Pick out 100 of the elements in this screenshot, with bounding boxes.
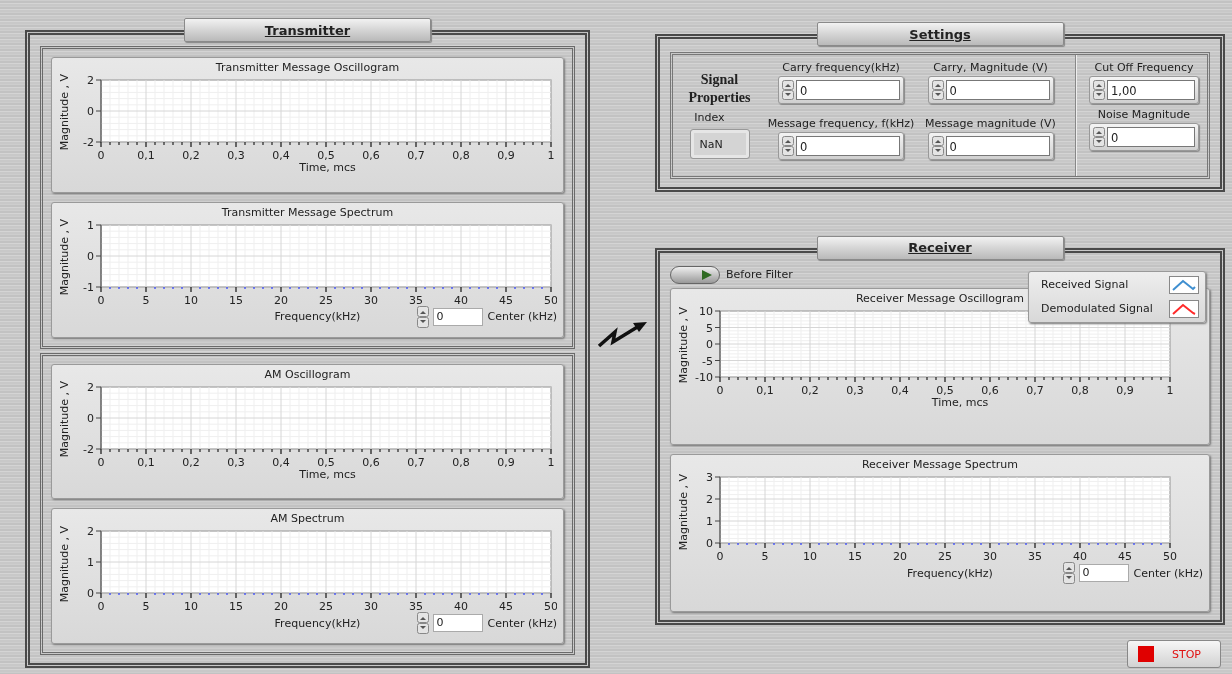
spin-buttons[interactable] <box>417 305 430 328</box>
tick-label: 0,9 <box>497 149 515 162</box>
field-label: Index <box>694 111 725 124</box>
tick-label: 0,2 <box>182 149 200 162</box>
tick-label: 0,4 <box>272 455 290 469</box>
spin-buttons[interactable] <box>782 136 794 157</box>
tick-label: 0 <box>87 411 94 425</box>
value-field[interactable]: 0 <box>1107 127 1195 147</box>
spin-buttons[interactable] <box>417 612 430 635</box>
tick-label: 3 <box>706 472 713 485</box>
center-label: Center (kHz) <box>487 616 557 630</box>
tick-label: 0,6 <box>362 149 380 162</box>
tick-label: 0,1 <box>756 383 774 397</box>
tick-label: 5 <box>142 600 150 614</box>
tick-label: 25 <box>319 293 333 307</box>
toggle-switch[interactable] <box>670 265 720 284</box>
tick-label: 2 <box>706 493 713 507</box>
chart-title: Transmitter Message Spectrum <box>220 205 395 219</box>
tick-label: 0,4 <box>272 149 290 162</box>
tick-label: 0,5 <box>317 455 335 469</box>
chart-title: Transmitter Message Oscillogram <box>214 61 401 74</box>
stop-button[interactable]: STOP <box>1127 640 1221 668</box>
center-label: Center (kHz) <box>1133 566 1203 580</box>
spin-buttons[interactable] <box>1063 562 1076 585</box>
tick-label: 0 <box>97 600 105 614</box>
tick-label: 0,1 <box>137 149 155 162</box>
tick-label: 0 <box>706 537 713 551</box>
tick-label: 50 <box>1163 550 1177 564</box>
field-label: Message magnitude (V) <box>925 117 1056 131</box>
tick-label: 15 <box>229 293 243 307</box>
value-field[interactable]: 0 <box>945 80 1050 100</box>
tick-label: 0,7 <box>1026 383 1044 397</box>
spin-buttons[interactable] <box>782 80 794 100</box>
tick-label: 45 <box>499 600 513 614</box>
center-field[interactable]: 0 <box>433 614 484 633</box>
tick-label: 0 <box>87 249 94 263</box>
spin-buttons[interactable] <box>1093 127 1105 147</box>
legend-label: Received Signal <box>1041 278 1129 292</box>
tick-label: 20 <box>274 293 288 307</box>
tick-label: 0,8 <box>452 149 470 162</box>
tick-label: 5 <box>142 293 150 307</box>
y-axis <box>95 386 102 449</box>
spin-buttons[interactable] <box>931 80 944 100</box>
axis-label: Time, mcs <box>930 395 990 409</box>
tick-label: 35 <box>409 600 423 614</box>
spin-buttons[interactable] <box>1093 80 1105 100</box>
tick-label: 10 <box>699 305 713 318</box>
axis-label: Time, mcs <box>298 161 357 174</box>
tick-label: -10 <box>695 370 713 384</box>
y-axis <box>95 530 102 594</box>
tick-label: 1 <box>547 149 555 162</box>
tick-label: 1 <box>87 219 94 232</box>
value-field[interactable]: 0 <box>945 136 1050 157</box>
axis-label: Magnitude , V <box>58 219 71 296</box>
tick-label: 0 <box>716 383 724 397</box>
center-field[interactable]: 0 <box>1079 564 1130 583</box>
stop-square-icon <box>1138 646 1154 662</box>
tick-label: 0,1 <box>137 455 155 469</box>
tick-label: 30 <box>364 293 378 307</box>
field-label: Carry frequency(kHz) <box>782 61 900 74</box>
tick-label: 0,4 <box>891 383 909 397</box>
tick-label: 2 <box>87 526 94 539</box>
chart-title: AM Oscillogram <box>263 367 352 381</box>
tick-label: 50 <box>544 600 557 614</box>
value-field[interactable]: 0 <box>796 80 900 100</box>
spin-buttons[interactable] <box>931 136 944 157</box>
value-field[interactable]: 0 <box>796 136 900 157</box>
legend-label: Demodulated Signal <box>1041 302 1153 316</box>
chart-title: Receiver Message Oscillogram <box>854 291 1026 305</box>
field-label: Noise Magnitude <box>1097 108 1191 121</box>
tick-label: 10 <box>184 600 198 614</box>
tick-label: 0,7 <box>407 149 425 162</box>
tick-label: 0 <box>97 293 105 307</box>
tick-label: 1 <box>87 556 94 570</box>
tick-label: 0 <box>87 587 94 601</box>
tick-label: 0,5 <box>936 383 954 397</box>
tick-label: 45 <box>1118 550 1132 564</box>
tick-label: 20 <box>893 550 907 564</box>
chart-title: AM Spectrum <box>269 512 346 526</box>
tick-label: 1 <box>547 455 555 469</box>
zigzag-arrow-icon <box>596 320 649 350</box>
tick-label: 40 <box>454 293 468 307</box>
value-field[interactable]: 1,00 <box>1107 80 1195 100</box>
tick-label: 0,3 <box>227 455 245 469</box>
tick-label: 0 <box>97 149 105 162</box>
tick-label: 0,3 <box>227 149 245 162</box>
tick-label: 35 <box>1028 550 1042 564</box>
tick-label: 15 <box>848 550 862 564</box>
tick-label: 0,2 <box>801 383 819 397</box>
field-label: Message frequency, f(kHz) <box>767 117 915 131</box>
tick-label: 0,9 <box>1116 383 1134 397</box>
axis-label: Frequency(kHz) <box>273 616 362 630</box>
center-field[interactable]: 0 <box>433 307 484 326</box>
tick-label: -2 <box>83 442 94 456</box>
tick-label: 40 <box>454 600 468 614</box>
tick-label: 10 <box>803 550 817 564</box>
tick-label: 5 <box>706 321 713 335</box>
section-title: Receiver <box>816 235 1064 260</box>
y-axis <box>95 224 102 288</box>
tick-label: 10 <box>184 293 198 307</box>
